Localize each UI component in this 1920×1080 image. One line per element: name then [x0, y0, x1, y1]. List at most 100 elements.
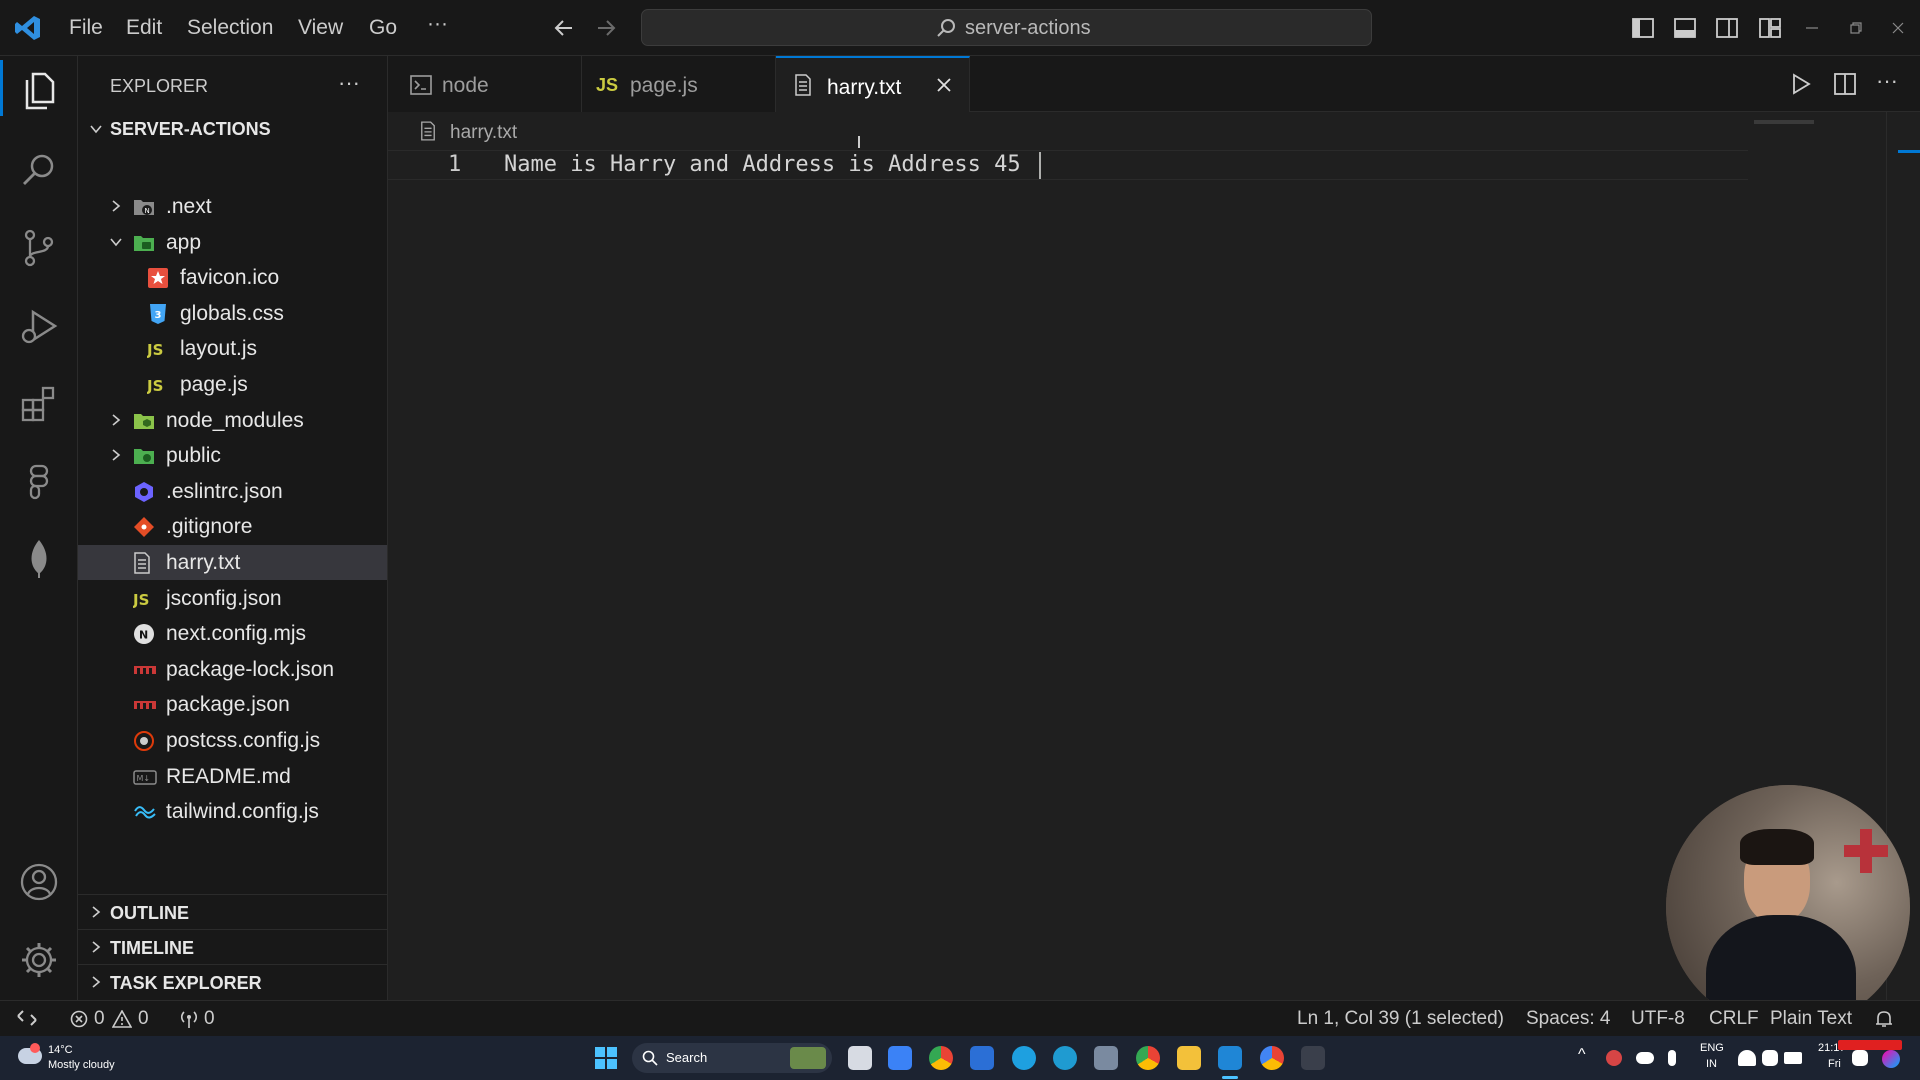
tab-harry-txt[interactable]: harry.txt	[776, 56, 970, 113]
tree-file[interactable]: JS jsconfig.json	[78, 581, 387, 616]
file-explorer-icon[interactable]	[1177, 1046, 1201, 1070]
language-top[interactable]: ENG	[1700, 1042, 1724, 1054]
tree-file[interactable]: M↓ README.md	[78, 759, 387, 794]
explorer-icon[interactable]	[19, 70, 59, 110]
end-of-line[interactable]: CRLF	[1709, 1008, 1759, 1030]
onedrive-icon[interactable]	[1636, 1052, 1654, 1064]
tree-file[interactable]: postcss.config.js	[78, 723, 387, 758]
editor-area[interactable]: harry.txt 1 Name is Harry and Address is…	[388, 112, 1920, 1029]
copilot-icon[interactable]	[1882, 1050, 1900, 1068]
tree-file[interactable]: package.json	[78, 687, 387, 722]
calendar-app-icon[interactable]	[888, 1046, 912, 1070]
menu-go[interactable]: Go	[369, 16, 397, 40]
explorer-more-button[interactable]: ···	[338, 70, 360, 96]
tab-page-js[interactable]: JS page.js	[582, 56, 776, 112]
menu-selection[interactable]: Selection	[187, 16, 273, 40]
run-debug-icon[interactable]	[19, 306, 59, 346]
run-icon[interactable]	[1790, 72, 1812, 96]
menu-more[interactable]: ···	[427, 12, 448, 36]
code-line[interactable]: Name is Harry and Address is Address 45	[504, 152, 1021, 177]
temperature: 14°C	[48, 1044, 73, 1056]
chevron-right-icon	[92, 941, 101, 953]
tree-file[interactable]: Nnext.config.mjs	[78, 616, 387, 651]
command-center-search[interactable]: server-actions	[641, 9, 1372, 46]
menu-view[interactable]: View	[298, 16, 343, 40]
language-bottom[interactable]: IN	[1706, 1058, 1717, 1070]
tray-app-icon[interactable]	[1606, 1050, 1622, 1066]
forward-arrow-icon[interactable]	[594, 16, 618, 40]
task-view-icon[interactable]	[848, 1046, 872, 1070]
customize-layout-icon[interactable]	[1759, 17, 1781, 39]
figma-icon[interactable]	[19, 462, 59, 502]
language-mode[interactable]: Plain Text	[1770, 1008, 1852, 1030]
js-icon: JS	[596, 75, 619, 95]
minimap[interactable]	[1754, 120, 1814, 124]
toggle-panel-icon[interactable]	[1674, 17, 1696, 39]
task-explorer-section[interactable]: TASK EXPLORER	[78, 964, 387, 999]
tree-file[interactable]: JS layout.js	[78, 331, 387, 366]
indentation[interactable]: Spaces: 4	[1526, 1008, 1611, 1030]
menu-file[interactable]: File	[69, 16, 103, 40]
close-window-icon[interactable]	[1890, 20, 1906, 36]
tree-file[interactable]: favicon.ico	[78, 260, 387, 295]
wifi-icon[interactable]	[1738, 1050, 1756, 1066]
split-editor-icon[interactable]	[1834, 73, 1856, 95]
notification-center-icon[interactable]	[1852, 1050, 1868, 1066]
todo-check-icon[interactable]	[970, 1046, 994, 1070]
breadcrumb[interactable]: harry.txt	[450, 122, 517, 144]
tree-file[interactable]: JS page.js	[78, 367, 387, 402]
tree-folder[interactable]: app	[78, 225, 387, 260]
skype-icon[interactable]	[1012, 1046, 1036, 1070]
tree-file[interactable]: package-lock.json	[78, 652, 387, 687]
tree-file[interactable]: harry.txt	[78, 545, 387, 580]
tab-node[interactable]: node	[388, 56, 582, 112]
mongodb-leaf-icon[interactable]	[19, 538, 59, 578]
source-control-icon[interactable]	[19, 228, 59, 268]
battery-icon[interactable]	[1784, 1052, 1802, 1064]
tree-folder[interactable]: public	[78, 438, 387, 473]
tree-file[interactable]: tailwind.config.js	[78, 794, 387, 829]
remote-indicator[interactable]	[0, 1001, 54, 1036]
accounts-icon[interactable]	[19, 862, 59, 902]
timeline-section[interactable]: TIMELINE	[78, 929, 387, 964]
tree-folder[interactable]: node_modules	[78, 403, 387, 438]
taskbar-search[interactable]: Search	[632, 1043, 832, 1073]
cursor-position[interactable]: Ln 1, Col 39 (1 selected)	[1297, 1008, 1504, 1030]
terminal-app-icon[interactable]	[1301, 1046, 1325, 1070]
edge-icon[interactable]	[1053, 1046, 1077, 1070]
chrome-dev-icon[interactable]	[1260, 1046, 1284, 1070]
back-arrow-icon[interactable]	[552, 16, 576, 40]
chrome-icon[interactable]	[929, 1046, 953, 1070]
close-tab-icon[interactable]	[935, 76, 953, 94]
tree-folder[interactable]: N .next	[78, 189, 387, 224]
search-view-icon[interactable]	[19, 150, 59, 190]
workspace-root[interactable]: SERVER-ACTIONS	[78, 114, 387, 144]
settings-app-icon[interactable]	[1094, 1046, 1118, 1070]
toggle-secondary-sidebar-icon[interactable]	[1716, 17, 1738, 39]
minimize-icon[interactable]	[1804, 20, 1820, 36]
ports-indicator[interactable]: 0	[176, 1001, 226, 1036]
tree-file[interactable]: .gitignore	[78, 509, 387, 544]
encoding[interactable]: UTF-8	[1631, 1008, 1685, 1030]
tree-item-label: layout.js	[180, 337, 258, 360]
menu-edit[interactable]: Edit	[126, 16, 162, 40]
microphone-icon[interactable]	[1668, 1050, 1676, 1066]
windows-start-icon[interactable]	[594, 1046, 618, 1070]
chrome-profile-icon[interactable]	[1136, 1046, 1160, 1070]
restore-icon[interactable]	[1848, 20, 1864, 36]
vscode-taskbar-icon[interactable]	[1218, 1046, 1242, 1070]
weather-widget[interactable]: 14°C Mostly cloudy	[14, 1040, 134, 1076]
settings-gear-icon[interactable]	[19, 940, 59, 980]
extensions-icon[interactable]	[19, 384, 59, 424]
tray-chevron-icon[interactable]: ^	[1578, 1046, 1586, 1064]
editor-more-actions[interactable]: ···	[1876, 68, 1898, 94]
tree-file[interactable]: 3 globals.css	[78, 296, 387, 331]
outline-section[interactable]: OUTLINE	[78, 894, 387, 929]
tree-item-label: next.config.mjs	[166, 622, 307, 645]
tree-file[interactable]: .eslintrc.json	[78, 474, 387, 509]
clock-day[interactable]: Fri	[1828, 1058, 1841, 1070]
volume-icon[interactable]	[1762, 1050, 1778, 1066]
toggle-primary-sidebar-icon[interactable]	[1632, 17, 1654, 39]
problems-indicator[interactable]: 0 0	[68, 1001, 152, 1036]
notifications-bell-icon[interactable]	[1874, 1009, 1894, 1029]
